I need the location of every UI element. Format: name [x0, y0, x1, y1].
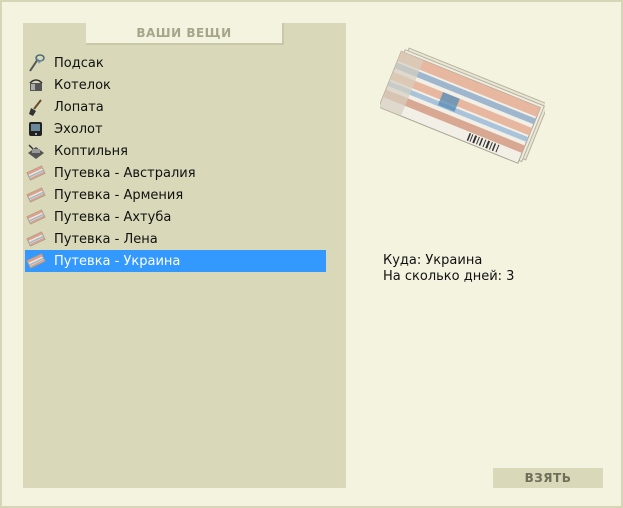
take-button[interactable]: ВЗЯТЬ: [493, 468, 603, 488]
inventory-item[interactable]: Эхолот: [25, 118, 326, 140]
days-text: На сколько дней: 3: [383, 269, 515, 284]
inventory-item-label: Путевка - Украина: [54, 253, 181, 269]
voucher-preview-image: [380, 47, 545, 164]
shovel-icon: [25, 97, 47, 117]
inventory-item[interactable]: Путевка - Армения: [25, 184, 326, 206]
inventory-item[interactable]: Путевка - Ахтуба: [25, 206, 326, 228]
inventory-item-label: Лопата: [54, 99, 104, 115]
voucher-icon: [25, 185, 47, 205]
inventory-item-label: Путевка - Лена: [54, 231, 158, 247]
inventory-item[interactable]: Коптильня: [25, 140, 326, 162]
inventory-panel: ВАШИ ВЕЩИ Подсак Котелок Лопата Эхолот Копти…: [23, 23, 346, 488]
inventory-item-label: Подсак: [54, 55, 104, 71]
voucher-icon: [25, 251, 47, 271]
destination-text: Куда: Украина: [383, 253, 483, 268]
inventory-item-label: Эхолот: [54, 121, 103, 137]
inventory-item[interactable]: Путевка - Лена: [25, 228, 326, 250]
landing-net-icon: [25, 53, 47, 73]
smokehouse-icon: [25, 141, 47, 161]
inventory-item-label: Коптильня: [54, 143, 128, 159]
inventory-item[interactable]: Путевка - Австралия: [25, 162, 326, 184]
inventory-item[interactable]: Котелок: [25, 74, 326, 96]
inventory-item[interactable]: Лопата: [25, 96, 326, 118]
inventory-item-label: Путевка - Австралия: [54, 165, 196, 181]
panel-title: ВАШИ ВЕЩИ: [86, 23, 284, 45]
inventory-item[interactable]: Подсак: [25, 52, 326, 74]
pot-icon: [25, 75, 47, 95]
inventory-item[interactable]: Путевка - Украина: [25, 250, 326, 272]
voucher-icon: [25, 207, 47, 227]
item-details: Куда: Украина На сколько дней: 3: [383, 253, 514, 285]
echo-sounder-icon: [25, 119, 47, 139]
inventory-item-label: Путевка - Ахтуба: [54, 209, 172, 225]
inventory-item-label: Путевка - Армения: [54, 187, 184, 203]
inventory-list: Подсак Котелок Лопата Эхолот Коптильня Путевк…: [25, 52, 326, 272]
inventory-item-label: Котелок: [54, 77, 111, 93]
voucher-icon: [25, 163, 47, 183]
voucher-icon: [25, 229, 47, 249]
